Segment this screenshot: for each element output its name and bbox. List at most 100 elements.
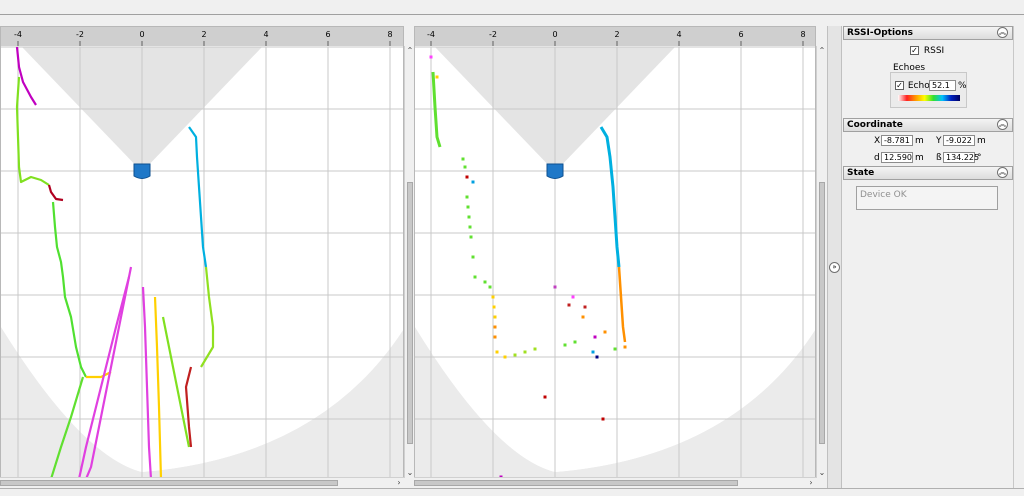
scan-point (603, 330, 607, 334)
axis-tick-label: 4 (676, 30, 681, 39)
scroll-thumb[interactable] (819, 182, 825, 444)
scan-point (533, 347, 537, 351)
axis-tick-label: 6 (738, 30, 743, 39)
scroll-right-arrow-icon[interactable]: › (806, 478, 816, 488)
axis-tick-label: 0 (139, 30, 144, 39)
scan-point (461, 157, 465, 161)
scan-point (513, 353, 517, 357)
echo1-unit: % (958, 81, 967, 91)
scan-point (469, 235, 473, 239)
x-unit: m (915, 136, 924, 146)
rssi-options-header[interactable]: RSSI-Options ︽ (843, 26, 1013, 40)
scan-point (613, 347, 617, 351)
scan-point (623, 345, 627, 349)
options-sidebar: RSSI-Options ︽ ✓ RSSI Echoes ✓ Echo1 52.… (843, 26, 1013, 488)
scan-point (466, 205, 470, 209)
scan-point (488, 285, 492, 289)
distance-field[interactable]: 12.590 (881, 152, 913, 163)
echo1-checkbox[interactable]: ✓ (895, 81, 904, 90)
state-header[interactable]: State ︽ (843, 166, 1013, 180)
axis-tick-label: 2 (201, 30, 206, 39)
d-label: d (874, 153, 880, 163)
axis-tick-label: -4 (14, 30, 22, 39)
rssi-checkbox-row[interactable]: ✓ RSSI (910, 46, 944, 56)
scroll-up-arrow-icon[interactable]: ⌃ (817, 46, 827, 56)
d-unit: m (915, 153, 924, 163)
scan-point (553, 285, 557, 289)
scan-point (467, 215, 471, 219)
scan-point (581, 315, 585, 319)
device-status-box: Device OK (856, 186, 998, 210)
axis-tick-label: -4 (427, 30, 435, 39)
rssi-color-scale (898, 95, 960, 101)
axis-tick-label: -2 (489, 30, 497, 39)
scan-point (493, 325, 497, 329)
scan-point (429, 55, 433, 59)
window-edge (1013, 26, 1024, 488)
rssi-checkbox[interactable]: ✓ (910, 46, 919, 55)
scan-point (473, 275, 477, 279)
axis-tick-label: 0 (552, 30, 557, 39)
scan-canvas-right[interactable]: -4 -2 0 2 4 6 8 (415, 27, 816, 478)
panel-title: RSSI-Options (847, 28, 914, 38)
scan-point (465, 195, 469, 199)
double-chevron-up-icon[interactable]: ︽ (997, 119, 1008, 130)
double-chevron-up-icon[interactable]: ︽ (997, 27, 1008, 38)
b-unit: ° (977, 153, 982, 163)
axis-tick-label: 8 (387, 30, 392, 39)
scan-point (492, 305, 496, 309)
x-coordinate-field[interactable]: -8.781 (881, 135, 913, 146)
left-view-horizontal-scrollbar[interactable]: › (0, 477, 404, 487)
scan-view-echo[interactable]: -4 -2 0 2 4 6 8 (414, 26, 816, 478)
right-view-vertical-scrollbar[interactable]: ⌃ ⌄ (816, 46, 826, 478)
right-view-horizontal-scrollbar[interactable]: › (414, 477, 816, 487)
scan-point (573, 340, 577, 344)
scan-point (567, 303, 571, 307)
b-label: ß (936, 153, 942, 163)
scan-point (471, 180, 475, 184)
axis-tick-label: 2 (614, 30, 619, 39)
scan-point (435, 75, 439, 79)
scan-point (591, 350, 595, 354)
sensor-icon (133, 163, 151, 179)
scan-point (583, 305, 587, 309)
top-toolbar (0, 0, 1024, 15)
scroll-down-arrow-icon[interactable]: ⌄ (817, 468, 827, 478)
double-chevron-up-icon[interactable]: ︽ (997, 167, 1008, 178)
scan-point (463, 165, 467, 169)
scan-point (523, 350, 527, 354)
rssi-checkbox-label: RSSI (923, 46, 945, 56)
echo1-value-field[interactable]: 52.1 (929, 80, 956, 91)
y-unit: m (977, 136, 986, 146)
scan-point (503, 355, 507, 359)
scan-point (468, 225, 472, 229)
scroll-thumb[interactable] (407, 182, 413, 444)
sensor-icon (546, 163, 564, 179)
y-coordinate-field[interactable]: -9.022 (943, 135, 975, 146)
angle-field[interactable]: 134.225 (943, 152, 979, 163)
scroll-thumb[interactable] (0, 480, 338, 486)
scan-point (483, 280, 487, 284)
axis-tick-label: 6 (325, 30, 330, 39)
scan-point (471, 255, 475, 259)
sidebar-splitter[interactable]: » (827, 26, 842, 488)
scan-point (495, 350, 499, 354)
y-label: Y (936, 136, 942, 146)
scan-point (465, 175, 469, 179)
axis-tick-label: 4 (263, 30, 268, 39)
scroll-thumb[interactable] (414, 480, 738, 486)
scroll-right-arrow-icon[interactable]: › (394, 478, 404, 488)
scan-point (563, 343, 567, 347)
scan-point (571, 295, 575, 299)
double-chevron-right-icon[interactable]: » (829, 262, 840, 273)
scan-point (595, 355, 599, 359)
scan-point (493, 315, 497, 319)
coordinate-header[interactable]: Coordinate ︽ (843, 118, 1013, 132)
scan-canvas-left[interactable]: -4 -2 0 2 4 6 8 (1, 27, 404, 478)
left-view-vertical-scrollbar[interactable]: ⌃ ⌄ (404, 46, 414, 478)
axis-tick-label: 8 (800, 30, 805, 39)
scan-point (493, 335, 497, 339)
scan-view-rssi[interactable]: -4 -2 0 2 4 6 8 (0, 26, 404, 478)
status-bar (0, 488, 1024, 496)
scan-point (543, 395, 547, 399)
